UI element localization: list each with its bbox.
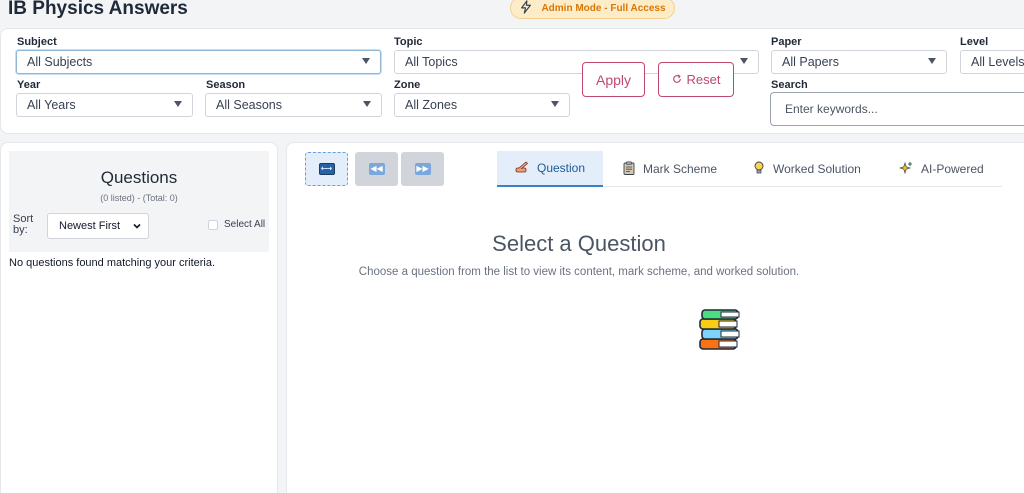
lightbulb-icon [753,161,765,178]
tab-ai-powered-label: AI-Powered [921,162,984,176]
subject-select[interactable]: All Subjects [16,50,381,74]
reset-button[interactable]: Reset [658,62,734,97]
caret-down-icon [551,101,559,107]
reset-button-label: Reset [686,72,721,87]
paper-select[interactable]: All Papers [771,50,947,74]
level-select[interactable]: All Levels [960,50,1024,74]
lightning-icon [519,0,533,17]
level-label: Level [960,36,989,48]
caret-down-icon [363,101,371,107]
caret-down-icon [362,58,370,64]
year-label: Year [17,79,41,91]
year-select[interactable]: All Years [16,93,193,117]
search-input[interactable] [770,92,1024,126]
caret-down-icon [740,58,748,64]
tab-worked-solution-label: Worked Solution [773,162,861,176]
sort-by-label: Sort by: [13,213,34,236]
subject-label: Subject [17,36,57,48]
sort-select-value: Newest First [59,220,121,232]
empty-state-subtitle: Choose a question from the list to view … [358,266,800,278]
hand-writing-icon [515,160,529,177]
season-select-value: All Seasons [216,98,283,112]
topic-label: Topic [394,36,423,48]
refresh-icon [672,72,682,87]
apply-button[interactable]: Apply [582,62,645,97]
year-select-value: All Years [27,98,76,112]
tab-mark-scheme-label: Mark Scheme [643,162,718,176]
paper-label: Paper [771,36,802,48]
tab-worked-solution[interactable]: Worked Solution [753,151,861,187]
sparkles-icon [898,160,913,178]
sort-select[interactable]: Newest First [47,213,149,239]
rewind-icon: ◀◀ [368,163,385,175]
books-icon [697,309,741,356]
questions-title: Questions [100,168,178,187]
expand-arrows-icon: ⟷ [318,163,335,175]
previous-button[interactable]: ◀◀ [355,152,398,186]
tab-ai-powered[interactable]: AI-Powered [898,151,984,187]
tab-question-label: Question [536,161,586,175]
topic-select-value: All Topics [405,55,458,69]
level-select-value: All Levels [971,55,1024,69]
zone-label: Zone [394,79,421,91]
select-all-checkbox[interactable] [208,219,218,230]
caret-down-icon [928,58,936,64]
expand-button[interactable]: ⟷ [305,152,348,186]
clipboard-icon [623,160,635,178]
zone-select[interactable]: All Zones [394,93,570,117]
zone-select-value: All Zones [405,98,458,112]
next-button[interactable]: ▶▶ [401,152,444,186]
content-panel: ⟷ ◀◀ ▶▶ Question Mark Scheme Worked Solu… [286,142,1024,493]
paper-select-value: All Papers [782,55,839,69]
fast-forward-icon: ▶▶ [414,163,431,175]
app-title: IB Physics Answers [8,0,188,19]
select-all[interactable]: Select All [208,219,265,230]
season-select[interactable]: All Seasons [205,93,382,117]
tab-mark-scheme[interactable]: Mark Scheme [623,151,717,187]
tab-question[interactable]: Question [497,151,603,187]
subject-select-value: All Subjects [27,55,93,69]
admin-mode-label: Admin Mode - Full Access [541,2,666,14]
questions-panel: Questions (0 listed) - (Total: 0) Sort b… [0,142,278,493]
chevron-down-icon [132,221,142,234]
empty-state-title: Select a Question [492,231,666,256]
search-label: Search [771,79,808,91]
caret-down-icon [174,101,182,107]
questions-count: (0 listed) - (Total: 0) [100,193,178,203]
select-all-label: Select All [224,219,266,230]
admin-mode-badge: Admin Mode - Full Access [510,0,675,19]
season-label: Season [206,79,246,91]
